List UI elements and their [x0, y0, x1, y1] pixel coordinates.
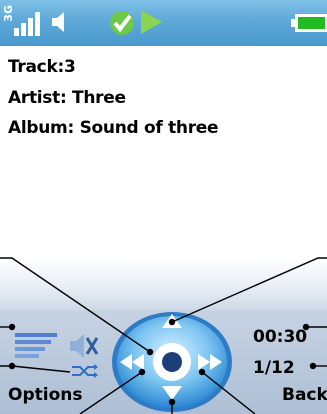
- mute-icon[interactable]: [68, 332, 100, 360]
- network-type-label: 3G: [2, 5, 15, 39]
- fast-forward-icon[interactable]: [196, 352, 224, 372]
- rewind-icon[interactable]: [118, 352, 146, 372]
- status-bar: 3G: [0, 0, 327, 46]
- battery-icon: [291, 14, 327, 32]
- equalizer-icon[interactable]: [15, 333, 61, 363]
- play-pause-button[interactable]: [153, 343, 191, 381]
- play-icon: [141, 10, 162, 34]
- player-panel: [0, 258, 327, 310]
- track-number: Track:3: [8, 57, 76, 77]
- down-arrow-icon[interactable]: [160, 384, 184, 402]
- back-softkey[interactable]: Back: [282, 385, 327, 405]
- elapsed-time: 00:30: [253, 327, 308, 347]
- network-type-text: 3G: [2, 5, 15, 22]
- track-position: 1/12: [253, 358, 295, 378]
- album-name: Album: Sound of three: [8, 118, 219, 138]
- up-arrow-icon[interactable]: [160, 312, 184, 330]
- checkmark-icon: [110, 11, 134, 35]
- speaker-icon: [52, 12, 64, 32]
- artist-name: Artist: Three: [8, 88, 126, 108]
- signal-strength-icon: [14, 12, 40, 36]
- options-softkey[interactable]: Options: [8, 385, 82, 405]
- shuffle-icon[interactable]: [70, 363, 98, 379]
